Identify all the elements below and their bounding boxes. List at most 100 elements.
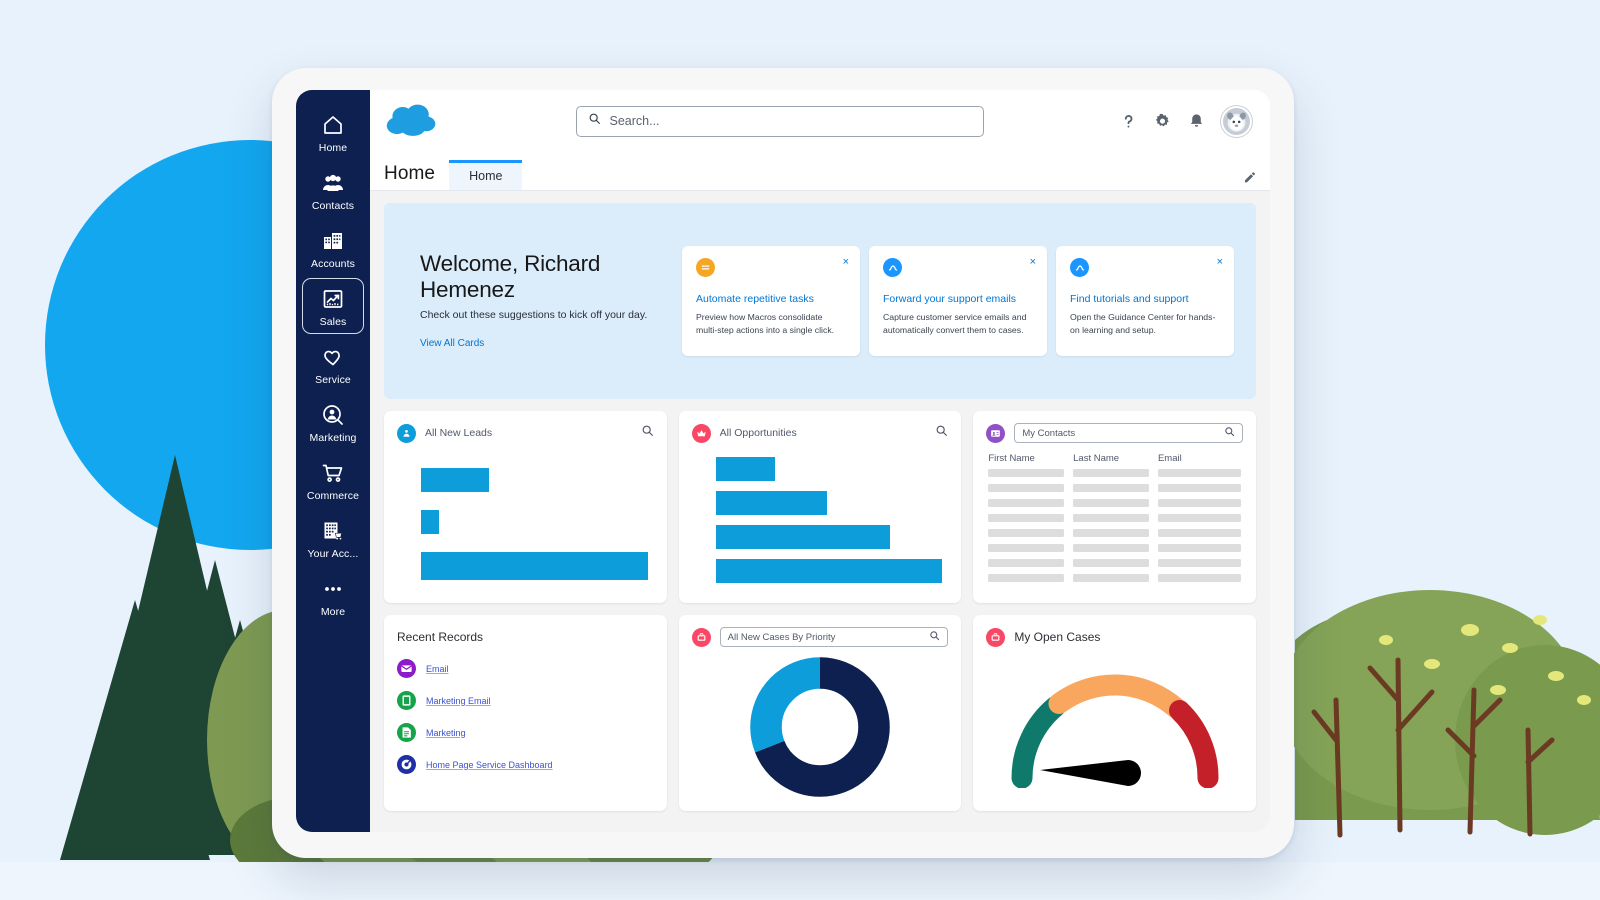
cell-placeholder (1073, 574, 1149, 582)
suggestion-title[interactable]: Forward your support emails (883, 293, 1033, 305)
cell-placeholder (1073, 529, 1149, 537)
list-item[interactable]: Marketing Email (397, 691, 654, 710)
user-avatar[interactable] (1221, 105, 1252, 137)
table-row[interactable] (988, 514, 1242, 522)
nav-item-home[interactable]: Home (302, 104, 364, 160)
cell-placeholder (1157, 544, 1242, 552)
nav-label: Service (315, 374, 351, 386)
suggestion-title[interactable]: Automate repetitive tasks (696, 293, 846, 305)
nav-item-marketing[interactable]: Marketing (302, 394, 364, 450)
suggestion-card[interactable]: × Forward your support emails Capture cu… (869, 246, 1047, 356)
einstein-icon (883, 258, 902, 277)
search-icon[interactable] (929, 630, 940, 644)
contacts-table-header: First Name Last Name Email (986, 453, 1243, 464)
suggestion-card[interactable]: × Find tutorials and support Open the Gu… (1056, 246, 1234, 356)
cell-placeholder (988, 499, 1065, 507)
global-search-area (452, 105, 1107, 137)
mobile-icon (397, 691, 416, 710)
nav-label: More (320, 606, 346, 618)
cell-placeholder (988, 484, 1065, 492)
suggestion-description: Preview how Macros consolidate multi-ste… (696, 312, 835, 335)
nav-label: Contacts (311, 200, 355, 212)
cell-placeholder (988, 469, 1065, 477)
question-mark-icon[interactable] (1119, 112, 1138, 131)
bar (715, 525, 891, 549)
dashboard-icon (397, 755, 416, 774)
close-icon[interactable]: × (1217, 257, 1223, 268)
bell-icon[interactable] (1187, 112, 1206, 131)
salesforce-cloud-logo[interactable] (384, 101, 440, 141)
table-row[interactable] (988, 469, 1242, 477)
nav-item-contacts[interactable]: Contacts (302, 162, 364, 218)
nav-label: Commerce (306, 490, 360, 502)
record-link[interactable]: Home Page Service Dashboard (426, 760, 553, 770)
nav-item-your-account[interactable]: Your Acc... (302, 510, 364, 566)
suggestion-title[interactable]: Find tutorials and support (1070, 293, 1220, 305)
lead-person-icon (397, 423, 416, 443)
gear-icon[interactable] (1153, 112, 1172, 131)
bar (715, 559, 943, 583)
contacts-table-body (986, 469, 1243, 582)
list-item[interactable]: Email (397, 659, 654, 678)
panel-my-open-cases: My Open Cases (973, 615, 1257, 811)
nav-item-commerce[interactable]: Commerce (302, 452, 364, 508)
cell-placeholder (988, 574, 1065, 582)
nav-label: Home (318, 142, 348, 154)
crown-icon (691, 423, 711, 443)
cell-placeholder (988, 559, 1065, 567)
people-icon (321, 171, 345, 195)
table-row[interactable] (988, 544, 1242, 552)
contacts-list-selector[interactable]: My Contacts (1014, 423, 1244, 443)
cell-placeholder (1157, 499, 1242, 507)
pencil-icon[interactable] (1243, 171, 1256, 190)
cases-list-selector[interactable]: All New Cases By Priority (719, 627, 949, 647)
leads-bar-chart (397, 444, 654, 586)
cell-placeholder (1073, 484, 1149, 492)
search-input[interactable] (609, 114, 972, 128)
close-icon[interactable]: × (1030, 257, 1036, 268)
table-row[interactable] (988, 574, 1242, 582)
nav-label: Marketing (309, 432, 357, 444)
panel-header: My Open Cases (986, 626, 1243, 648)
table-row[interactable] (988, 484, 1242, 492)
nav-item-sales[interactable]: Sales (302, 278, 364, 334)
cell-placeholder (1073, 514, 1149, 522)
cell-placeholder (988, 514, 1065, 522)
opportunities-bar-chart (692, 444, 949, 589)
cell-placeholder (1073, 469, 1149, 477)
suggestion-card[interactable]: × Automate repetitive tasks Preview how … (682, 246, 860, 356)
view-all-cards-link[interactable]: View All Cards (420, 338, 484, 349)
app-tab-bar: Home Home (370, 152, 1270, 191)
record-link[interactable]: Marketing (426, 728, 466, 738)
heart-icon (321, 345, 345, 369)
app-title: Home (384, 163, 436, 184)
app-nav-rail: Home Contacts Accounts Sales Service Mar… (296, 90, 370, 832)
list-item[interactable]: Marketing (397, 723, 654, 742)
envelope-icon (397, 659, 416, 678)
panel-title: All Opportunities (719, 427, 797, 439)
bar (715, 457, 775, 481)
table-row[interactable] (988, 559, 1242, 567)
search-box[interactable] (575, 105, 984, 137)
tab-home[interactable]: Home (449, 159, 523, 190)
bar (715, 491, 827, 515)
close-icon[interactable]: × (843, 257, 849, 268)
nav-item-service[interactable]: Service (302, 336, 364, 392)
record-link[interactable]: Email (426, 664, 449, 674)
search-icon[interactable] (935, 424, 948, 442)
table-row[interactable] (988, 499, 1242, 507)
list-item[interactable]: Home Page Service Dashboard (397, 755, 654, 774)
page-title: Welcome, Richard Hemenez (420, 250, 601, 302)
table-row[interactable] (988, 529, 1242, 537)
record-link[interactable]: Marketing Email (426, 696, 491, 706)
panel-title: Recent Records (397, 630, 484, 644)
cell-placeholder (988, 529, 1065, 537)
building-icon (321, 229, 345, 253)
search-icon[interactable] (1224, 426, 1235, 440)
panel-title: All New Leads (425, 427, 493, 439)
suggestion-description: Capture customer service emails and auto… (883, 312, 1027, 335)
nav-item-more[interactable]: More (302, 568, 364, 624)
nav-item-accounts[interactable]: Accounts (302, 220, 364, 276)
global-header (370, 90, 1270, 152)
search-icon[interactable] (641, 424, 654, 442)
